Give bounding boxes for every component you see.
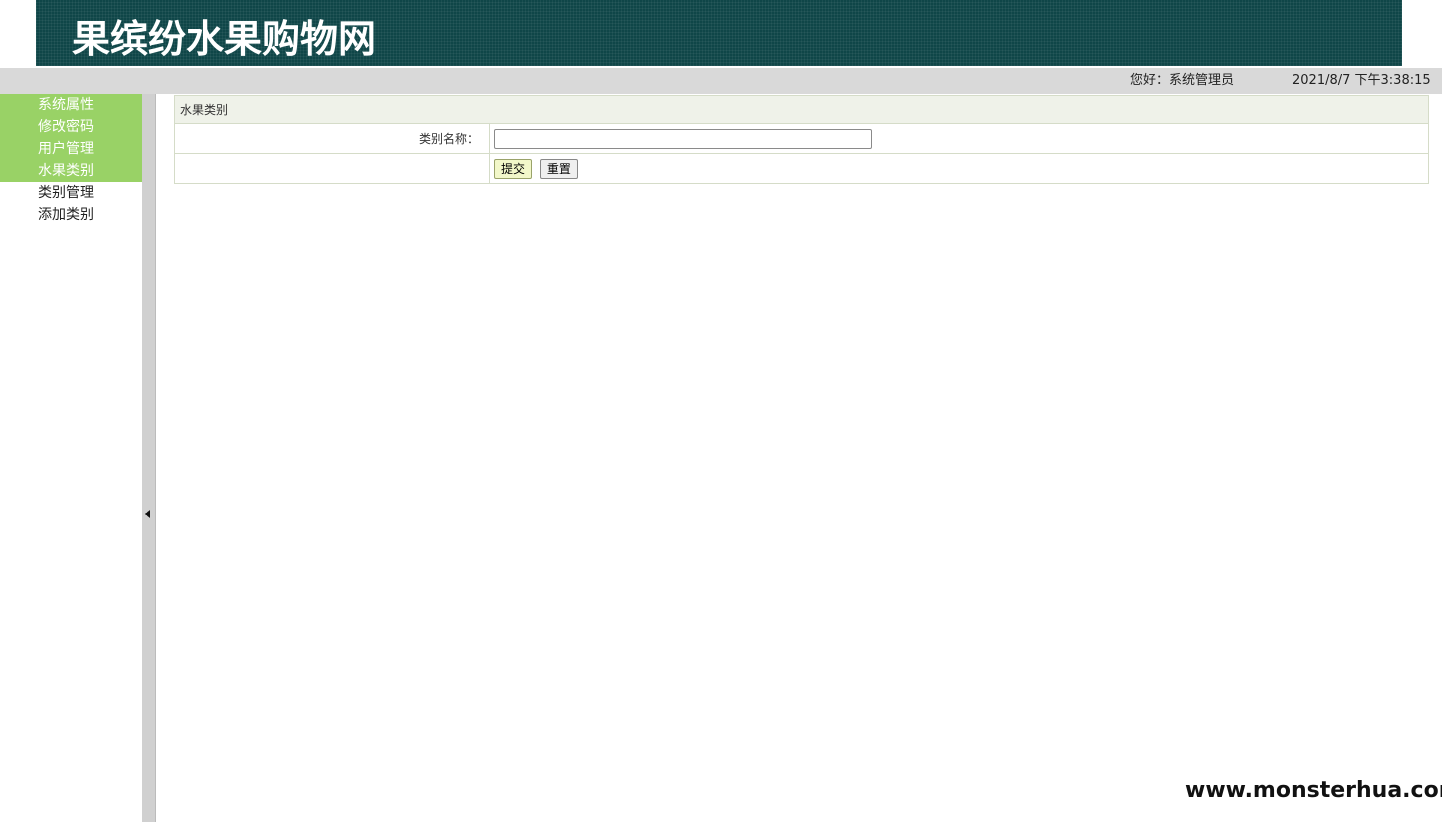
sidebar-item-category-management[interactable]: 类别管理 xyxy=(0,182,142,204)
site-header-banner: 果缤纷水果购物网 xyxy=(36,0,1402,66)
sidebar-item-fruit-category[interactable]: 水果类别 xyxy=(0,160,142,182)
sidebar-item-system-properties[interactable]: 系统属性 xyxy=(0,94,142,116)
submit-button[interactable]: 提交 xyxy=(494,158,533,179)
sidebar-splitter[interactable] xyxy=(142,94,156,822)
form-title: 水果类别 xyxy=(174,95,1429,124)
sidebar-item-user-management[interactable]: 用户管理 xyxy=(0,138,142,160)
sidebar-menu: 系统属性 修改密码 用户管理 水果类别 类别管理 添加类别 xyxy=(0,94,142,226)
category-form: 水果类别 类别名称： 提交 重置 xyxy=(174,95,1429,184)
category-name-input[interactable] xyxy=(494,128,872,149)
sidebar-item-add-category[interactable]: 添加类别 xyxy=(0,204,142,226)
sidebar-item-change-password[interactable]: 修改密码 xyxy=(0,116,142,138)
empty-label-cell xyxy=(174,153,490,184)
reset-button[interactable]: 重置 xyxy=(539,158,578,179)
category-name-label: 类别名称： xyxy=(174,123,490,154)
main-content: 水果类别 类别名称： 提交 重置 xyxy=(174,95,1429,184)
current-datetime: 2021/8/7 下午3:38:15 xyxy=(1292,73,1431,88)
collapse-arrow-icon[interactable] xyxy=(145,510,150,518)
top-status-bar: 您好：系统管理员 2021/8/7 下午3:38:15 xyxy=(0,68,1442,94)
site-title: 果缤纷水果购物网 xyxy=(72,17,377,61)
watermark-text: www.monsterhua.com xyxy=(1185,778,1442,803)
user-greeting: 您好：系统管理员 xyxy=(1130,73,1235,88)
